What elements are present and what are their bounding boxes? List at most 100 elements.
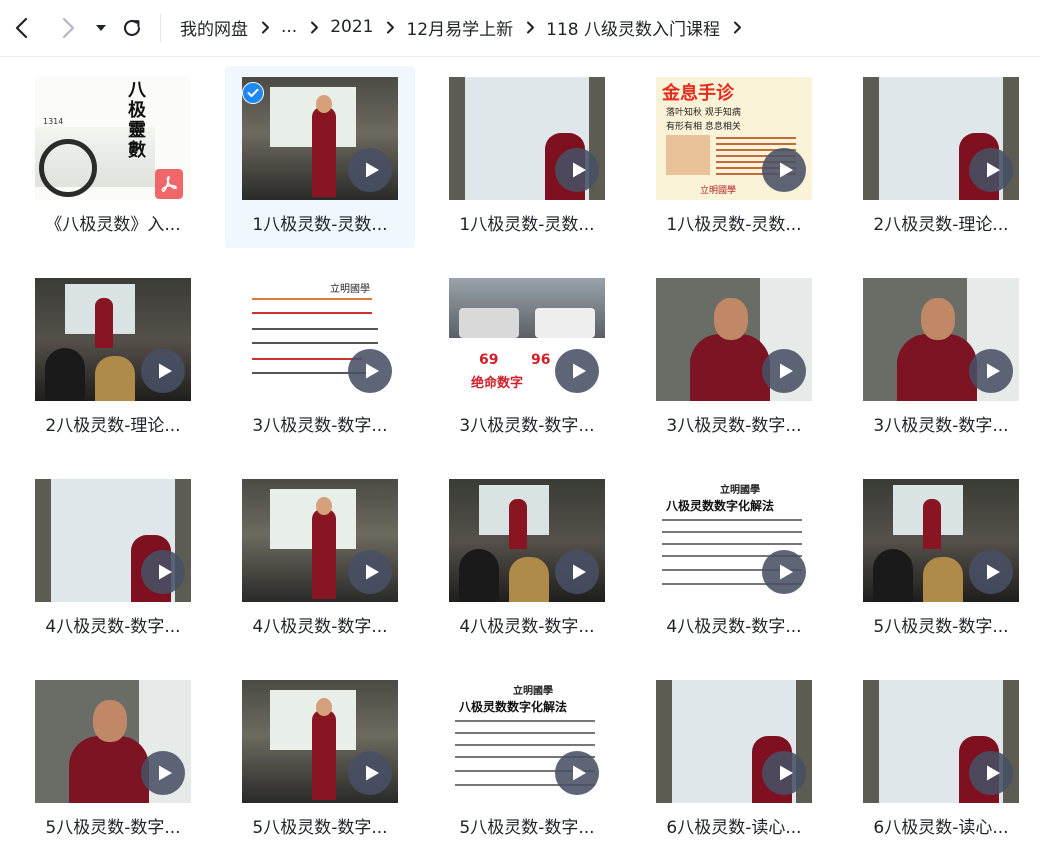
play-button[interactable] [348,349,392,393]
play-button[interactable] [762,349,806,393]
video-file-item[interactable]: 2八极灵数-理论... [828,66,1019,248]
file-name[interactable]: 5八极灵数-数字... [207,813,433,838]
thumb-caption: 八极灵数数字化解法 [666,499,775,513]
video-file-item[interactable]: 2八极灵数-理论... [0,267,191,449]
video-file-item[interactable]: 4八极灵数-数字... [0,468,191,650]
play-button[interactable] [555,751,599,795]
file-name[interactable]: 1八极灵数-灵数... [621,210,847,235]
video-file-item[interactable]: 6八极灵数-读心... [621,669,812,851]
file-thumbnail[interactable] [242,479,398,602]
breadcrumb-item[interactable]: 2021 [330,17,373,37]
selected-check-icon[interactable] [242,82,264,104]
breadcrumb-item[interactable]: 118 八级灵数入门课程 [546,15,720,40]
play-icon [158,564,172,580]
file-name[interactable]: 6八极灵数-读心... [828,813,1040,838]
file-thumbnail[interactable]: 立明國學 [242,278,398,401]
file-name[interactable]: 1八极灵数-灵数... [225,210,415,235]
file-name[interactable]: 3八极灵数-数字... [414,411,640,436]
play-button[interactable] [141,550,185,594]
caret-down-icon [96,25,106,31]
file-thumbnail[interactable]: 立明國學 八极灵数数字化解法 [656,479,812,602]
video-file-item[interactable]: 5八极灵数-数字... [828,468,1019,650]
breadcrumb: 我的网盘... 2021 12月易学上新 118 八级灵数入门课程 [180,0,753,54]
play-button[interactable] [969,751,1013,795]
file-thumbnail[interactable] [449,77,605,200]
play-icon [986,162,1000,178]
video-file-item[interactable]: 1八极灵数-灵数... [414,66,605,248]
play-button[interactable] [141,349,185,393]
file-name[interactable]: 5八极灵数-数字... [828,612,1040,637]
play-icon [572,162,586,178]
file-thumbnail[interactable] [863,680,1019,803]
file-name[interactable]: 3八极灵数-数字... [207,411,433,436]
pdf-file-item[interactable]: 八极靈數 1314 《八极灵数》入... [0,66,191,248]
file-thumbnail[interactable] [863,77,1019,200]
file-name[interactable]: 2八极灵数-理论... [828,210,1040,235]
play-button[interactable] [969,148,1013,192]
breadcrumb-item[interactable]: 我的网盘 [180,15,248,40]
file-thumbnail[interactable] [35,479,191,602]
play-button[interactable] [762,148,806,192]
file-thumbnail[interactable]: 金息手诊 落叶知秋 观手知病 有形有相 息息相关 立明國學 [656,77,812,200]
breadcrumb-ellipsis[interactable]: ... [281,17,297,37]
file-thumbnail[interactable] [656,278,812,401]
file-name[interactable]: 2八极灵数-理论... [0,411,226,436]
video-file-item[interactable]: 4八极灵数-数字... [414,468,605,650]
file-thumbnail[interactable] [863,278,1019,401]
video-file-item[interactable]: 3八极灵数-数字... [828,267,1019,449]
video-file-item[interactable]: 立明國學 八极灵数数字化解法 5八极灵数-数字... [414,669,605,851]
file-name[interactable]: 4八极灵数-数字... [207,612,433,637]
file-name[interactable]: 4八极灵数-数字... [621,612,847,637]
file-name[interactable]: 5八极灵数-数字... [414,813,640,838]
file-thumbnail[interactable]: 立明國學 八极灵数数字化解法 [449,680,605,803]
file-thumbnail[interactable]: 69 96 绝命数字 [449,278,605,401]
forward-button[interactable] [54,14,82,42]
file-thumbnail[interactable] [863,479,1019,602]
video-file-item[interactable]: 3八极灵数-数字... [621,267,812,449]
play-icon [779,162,793,178]
play-button[interactable] [762,550,806,594]
breadcrumb-item[interactable]: 12月易学上新 [406,15,513,40]
play-button[interactable] [555,148,599,192]
play-button[interactable] [969,349,1013,393]
thumb-caption: 96 [531,352,551,368]
file-thumbnail[interactable] [242,680,398,803]
file-name[interactable]: 5八极灵数-数字... [0,813,226,838]
history-dropdown-button[interactable] [88,14,114,42]
thumb-title-text: 八极靈數 [128,80,146,161]
video-file-item[interactable]: 6八极灵数-读心... [828,669,1019,851]
file-thumbnail[interactable] [656,680,812,803]
play-button[interactable] [348,550,392,594]
video-file-item[interactable]: 立明國學 3八极灵数-数字... [207,267,398,449]
video-file-item[interactable]: 1八极灵数-灵数... [225,66,415,248]
play-button[interactable] [969,550,1013,594]
play-icon [572,363,586,379]
play-button[interactable] [555,349,599,393]
file-name[interactable]: 《八极灵数》入... [0,210,226,235]
thumb-title-text: 立明國學 [513,686,553,697]
file-thumbnail[interactable] [35,680,191,803]
video-file-item[interactable]: 69 96 绝命数字 3八极灵数-数字... [414,267,605,449]
file-name[interactable]: 4八极灵数-数字... [414,612,640,637]
file-name[interactable]: 3八极灵数-数字... [621,411,847,436]
play-icon [158,765,172,781]
file-thumbnail[interactable] [449,479,605,602]
file-name[interactable]: 6八极灵数-读心... [621,813,847,838]
file-name[interactable]: 4八极灵数-数字... [0,612,226,637]
video-file-item[interactable]: 4八极灵数-数字... [207,468,398,650]
video-file-item[interactable]: 5八极灵数-数字... [0,669,191,851]
video-file-item[interactable]: 金息手诊 落叶知秋 观手知病 有形有相 息息相关 立明國學 1八极灵数-灵数... [621,66,812,248]
play-button[interactable] [555,550,599,594]
file-thumbnail[interactable] [242,77,398,200]
file-name[interactable]: 3八极灵数-数字... [828,411,1040,436]
play-button[interactable] [762,751,806,795]
play-button[interactable] [348,751,392,795]
play-button[interactable] [141,751,185,795]
refresh-button[interactable] [118,14,146,42]
back-button[interactable] [8,14,36,42]
play-button[interactable] [348,148,392,192]
video-file-item[interactable]: 5八极灵数-数字... [207,669,398,851]
file-name[interactable]: 1八极灵数-灵数... [414,210,640,235]
file-thumbnail[interactable] [35,278,191,401]
video-file-item[interactable]: 立明國學 八极灵数数字化解法 4八极灵数-数字... [621,468,812,650]
